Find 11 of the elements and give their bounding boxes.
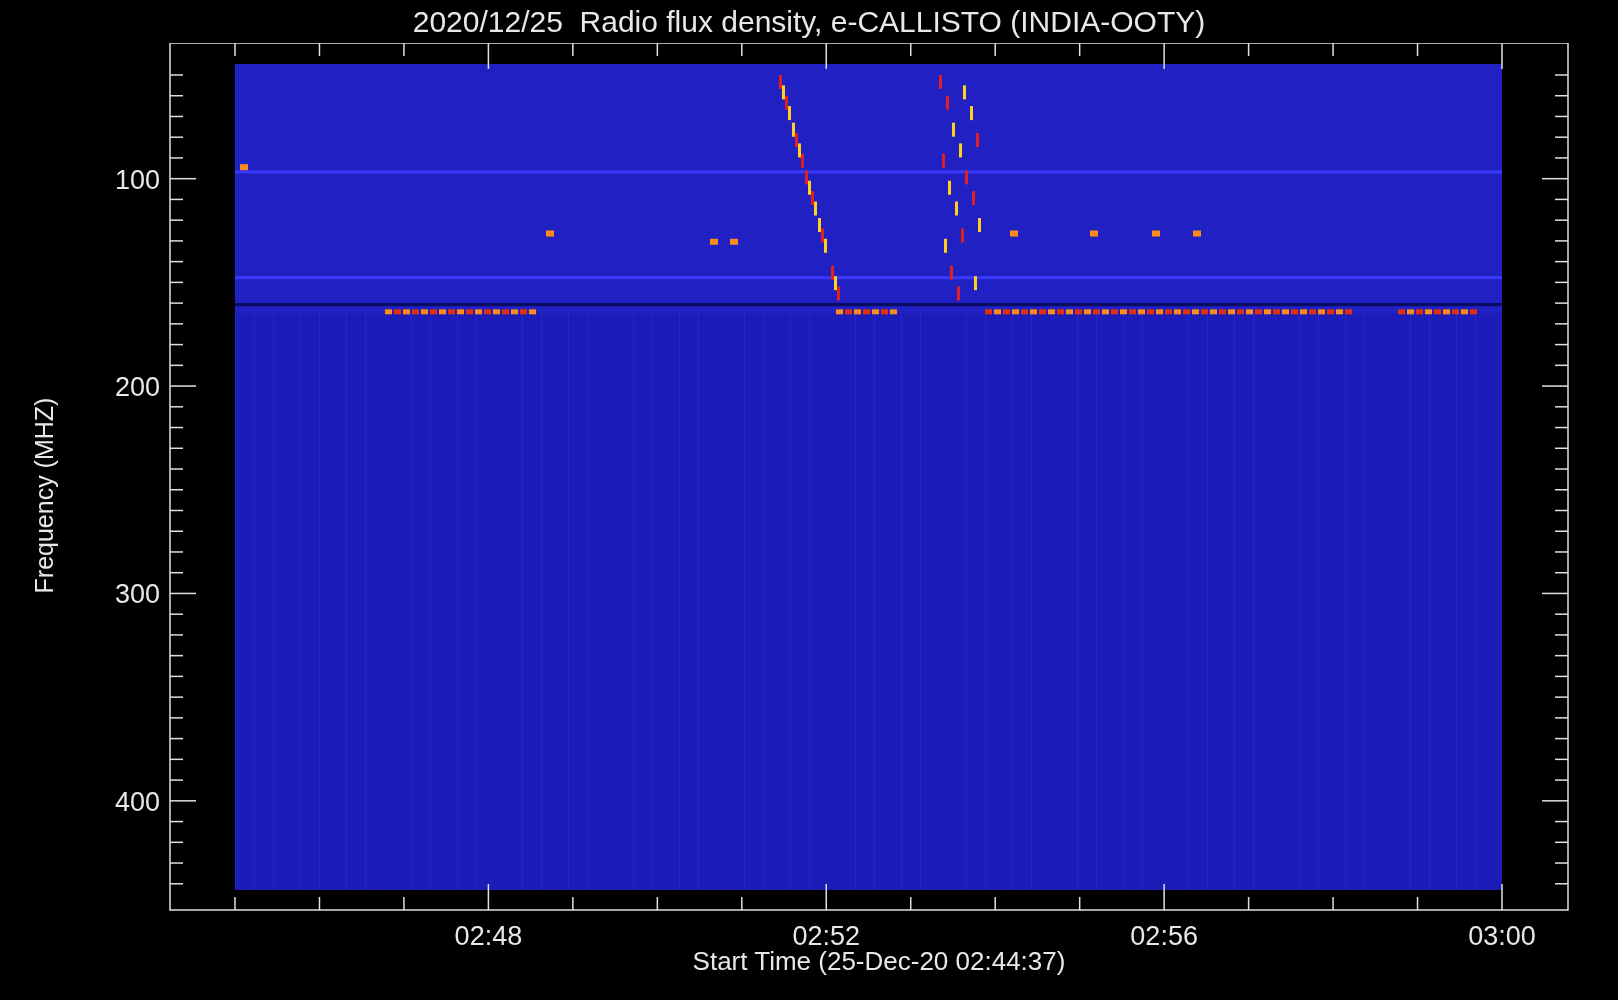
y-axis-label: Frequency (MHZ) (32, 397, 58, 594)
y-tick-label: 400 (114, 786, 160, 817)
x-tick-label: 02:52 (792, 921, 861, 948)
x-tick-label: 03:00 (1468, 921, 1536, 948)
y-tick-label: 100 (114, 164, 160, 195)
chart-title: 2020/12/25 Radio flux density, e-CALLISTO (INDIA-OOTY) (412, 6, 1206, 37)
x-tick-label: 02:56 (1130, 921, 1198, 948)
y-tick-label: 300 (114, 579, 160, 610)
x-tick-label: 02:48 (454, 921, 523, 948)
x-axis-label: Start Time (25-Dec-20 02:44:37) (692, 948, 1066, 974)
y-tick-label: 200 (114, 372, 160, 403)
